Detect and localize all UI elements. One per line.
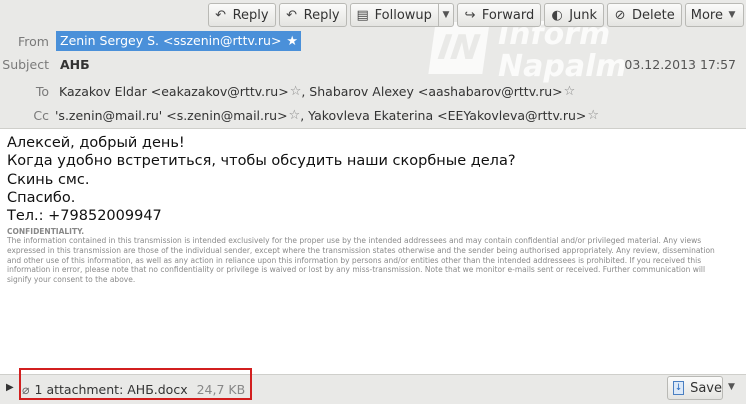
message-header: IN Inform Napalm ↶ Reply ↶ Reply ▤ Follo…	[0, 0, 746, 129]
from-value: Zenin Sergey S. <sszenin@rttv.ru>	[60, 33, 282, 48]
subject-label: Subject	[2, 57, 49, 72]
to-recipient-1[interactable]: Kazakov Eldar <eakazakov@rttv.ru>	[59, 84, 289, 99]
followup-button[interactable]: ▤ Followup ▼	[349, 3, 454, 27]
forward-label: Forward	[481, 7, 535, 23]
reply-all-icon: ↶	[286, 7, 298, 23]
watermark-line2: Napalm	[498, 49, 627, 84]
message-date: 03.12.2013 17:57	[624, 57, 736, 72]
reply-all-label: Reply	[303, 7, 340, 23]
confidentiality-title: CONFIDENTIALITY.	[7, 227, 85, 237]
reply-all-button[interactable]: ↶ Reply	[278, 3, 347, 27]
body-line: Алексей, добрый день!	[7, 135, 185, 151]
star-icon[interactable]: ☆	[587, 108, 599, 123]
message-body: Алексей, добрый день! Когда удобно встре…	[7, 134, 737, 284]
cc-recipient-2[interactable]: Yakovleva Ekaterina <EEYakovleva@rttv.ru…	[308, 108, 586, 123]
delete-icon: ⊘	[614, 7, 626, 23]
from-label: From	[18, 33, 49, 49]
save-dropdown-icon[interactable]: ▼	[728, 382, 735, 392]
confidentiality-text: The information contained in this transm…	[7, 236, 715, 284]
junk-button[interactable]: ◐ Junk	[544, 3, 605, 27]
expand-attachments-icon[interactable]: ▶	[6, 382, 14, 393]
body-line: Тел.: +79852009947	[7, 208, 162, 225]
watermark-badge: IN	[428, 22, 490, 74]
reply-button[interactable]: ↶ Reply	[207, 3, 276, 27]
save-label: Save	[690, 380, 722, 396]
subject-row: Subject АНБ	[0, 57, 90, 72]
star-icon[interactable]: ☆	[290, 84, 302, 99]
cc-label: Cc	[33, 108, 49, 123]
message-toolbar: ↶ Reply ↶ Reply ▤ Followup ▼ ↪ Forward ◐…	[207, 2, 744, 28]
forward-button[interactable]: ↪ Forward	[456, 3, 542, 27]
to-label: To	[35, 84, 49, 99]
delete-label: Delete	[632, 7, 675, 23]
more-dropdown-icon: ▼	[728, 10, 736, 20]
subject-value: АНБ	[60, 57, 90, 72]
junk-label: Junk	[569, 7, 598, 23]
junk-icon: ◐	[551, 7, 563, 23]
cc-recipient-1[interactable]: 's.zenin@mail.ru' <s.zenin@mail.ru>	[55, 108, 288, 123]
body-line: Скинь смс.	[7, 171, 90, 188]
save-icon: ↓	[673, 381, 685, 395]
body-line: Когда удобно встретиться, чтобы обсудить…	[7, 153, 516, 170]
cc-row: Cc 's.zenin@mail.ru' <s.zenin@mail.ru> ☆…	[0, 108, 599, 123]
forward-icon: ↪	[464, 7, 476, 23]
highlight-box	[19, 368, 252, 400]
followup-dropdown-icon[interactable]: ▼	[437, 4, 453, 26]
reply-icon: ↶	[215, 7, 227, 23]
to-recipient-2[interactable]: Shabarov Alexey <aashabarov@rttv.ru>	[309, 84, 562, 99]
star-icon[interactable]: ★	[286, 34, 298, 49]
from-row: From Zenin Sergey S. <sszenin@rttv.ru> ★	[0, 31, 302, 51]
delete-button[interactable]: ⊘ Delete	[607, 3, 682, 27]
reply-label: Reply	[232, 7, 269, 23]
more-label: More	[690, 7, 723, 23]
followup-label: Followup	[374, 7, 432, 23]
from-address[interactable]: Zenin Sergey S. <sszenin@rttv.ru> ★	[56, 31, 302, 51]
followup-icon: ▤	[356, 7, 369, 23]
star-icon[interactable]: ☆	[564, 84, 576, 99]
save-button[interactable]: ↓ Save	[667, 376, 723, 400]
star-icon[interactable]: ☆	[289, 108, 301, 123]
more-button[interactable]: More ▼	[684, 3, 744, 27]
to-row: To Kazakov Eldar <eakazakov@rttv.ru> ☆, …	[0, 84, 575, 99]
body-line: Спасибо.	[7, 189, 76, 206]
